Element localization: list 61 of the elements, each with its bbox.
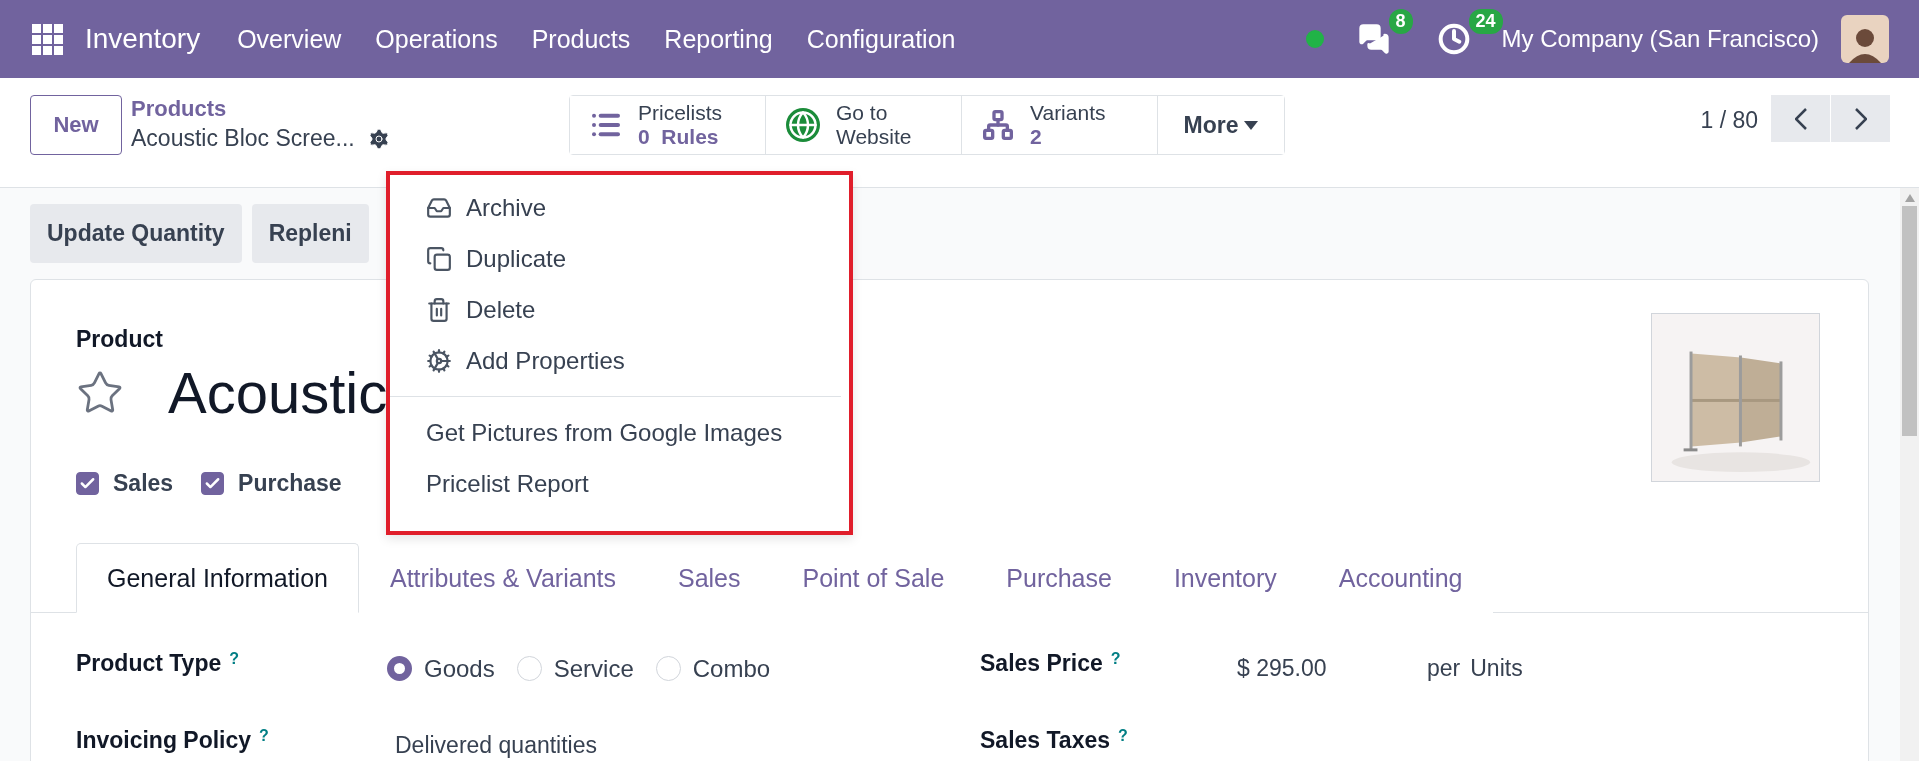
help-tooltip[interactable]: ? xyxy=(229,650,240,668)
field-value[interactable]: Delivered quantities xyxy=(387,732,980,759)
checkbox-label: Purchase xyxy=(238,470,342,497)
product-name[interactable]: Acoustic xyxy=(168,359,388,426)
help-tooltip[interactable]: ? xyxy=(1110,650,1121,668)
menu-item[interactable]: Get Pictures from Google Images xyxy=(390,407,849,458)
checkbox[interactable] xyxy=(201,472,225,495)
status-dot xyxy=(1305,30,1324,48)
previous-button[interactable] xyxy=(1771,95,1830,142)
messages-button[interactable] xyxy=(1357,23,1390,55)
radio-label: Goods xyxy=(424,654,495,683)
radio-label: Service xyxy=(553,654,634,683)
user-avatar[interactable] xyxy=(1841,15,1889,63)
price-value[interactable]: $ 295.00 xyxy=(1220,655,1427,682)
menu-item[interactable]: Delete xyxy=(390,284,849,335)
nav-menu-item[interactable]: Configuration xyxy=(789,24,973,54)
count-badge: 24 xyxy=(1468,9,1503,34)
app-name[interactable]: Inventory xyxy=(85,23,201,55)
help-tooltip[interactable]: ? xyxy=(259,727,269,745)
header-button[interactable]: Repleni xyxy=(251,204,369,263)
field-label: Product xyxy=(76,326,164,353)
next-button[interactable] xyxy=(1831,95,1890,142)
caret-icon xyxy=(1244,120,1259,130)
hierarchy-icon xyxy=(982,109,1014,141)
field-label: Sales Price xyxy=(980,650,1103,677)
menu-item[interactable]: Pricelist Report xyxy=(390,458,849,509)
menu-item[interactable]: Duplicate xyxy=(390,233,849,284)
tab[interactable]: General Information xyxy=(76,543,359,613)
radio-button[interactable] xyxy=(387,656,412,681)
count-badge: 8 xyxy=(1388,9,1413,34)
checkbox[interactable] xyxy=(76,472,99,495)
smart-button[interactable]: Pricelists 0 Rules xyxy=(570,96,766,154)
scrollbar[interactable] xyxy=(1900,188,1919,761)
trash-icon xyxy=(426,296,452,323)
unit-value[interactable]: Units xyxy=(1470,655,1523,682)
copy-icon xyxy=(426,245,452,272)
checkbox-label: Sales xyxy=(113,470,174,497)
gears-icon xyxy=(426,347,452,374)
globe-icon xyxy=(786,108,820,142)
chevron-left-icon xyxy=(1794,107,1807,130)
menu-item[interactable]: Add Properties xyxy=(390,335,849,386)
pager-value[interactable]: 1 / 80 xyxy=(1700,107,1758,134)
nav-menu-item[interactable]: Products xyxy=(514,24,648,54)
header-button[interactable]: Update Quantity xyxy=(30,204,242,263)
field-label: Invoicing Policy xyxy=(76,727,252,754)
record-name: Acoustic Bloc Scree... xyxy=(131,125,355,152)
nav-menu-item[interactable]: Operations xyxy=(358,24,515,54)
menu-item[interactable]: Archive xyxy=(390,182,849,233)
activities-button[interactable] xyxy=(1437,23,1470,55)
breadcrumb-link[interactable]: Products xyxy=(131,96,569,122)
company-name[interactable]: My Company (San Francisco) xyxy=(1501,25,1819,53)
nav-menu-item[interactable]: Overview xyxy=(220,24,359,54)
field-label: Product Type xyxy=(76,650,222,677)
radio-label: Combo xyxy=(692,654,771,683)
nav-menu-item[interactable]: Reporting xyxy=(647,24,790,54)
chevron-right-icon xyxy=(1854,107,1867,130)
help-tooltip[interactable]: ? xyxy=(1118,727,1128,745)
new-button[interactable]: New xyxy=(30,95,122,155)
field-label: Sales Taxes xyxy=(980,727,1110,754)
apps-menu-icon[interactable] xyxy=(32,23,63,55)
per-label: per xyxy=(1427,655,1461,682)
